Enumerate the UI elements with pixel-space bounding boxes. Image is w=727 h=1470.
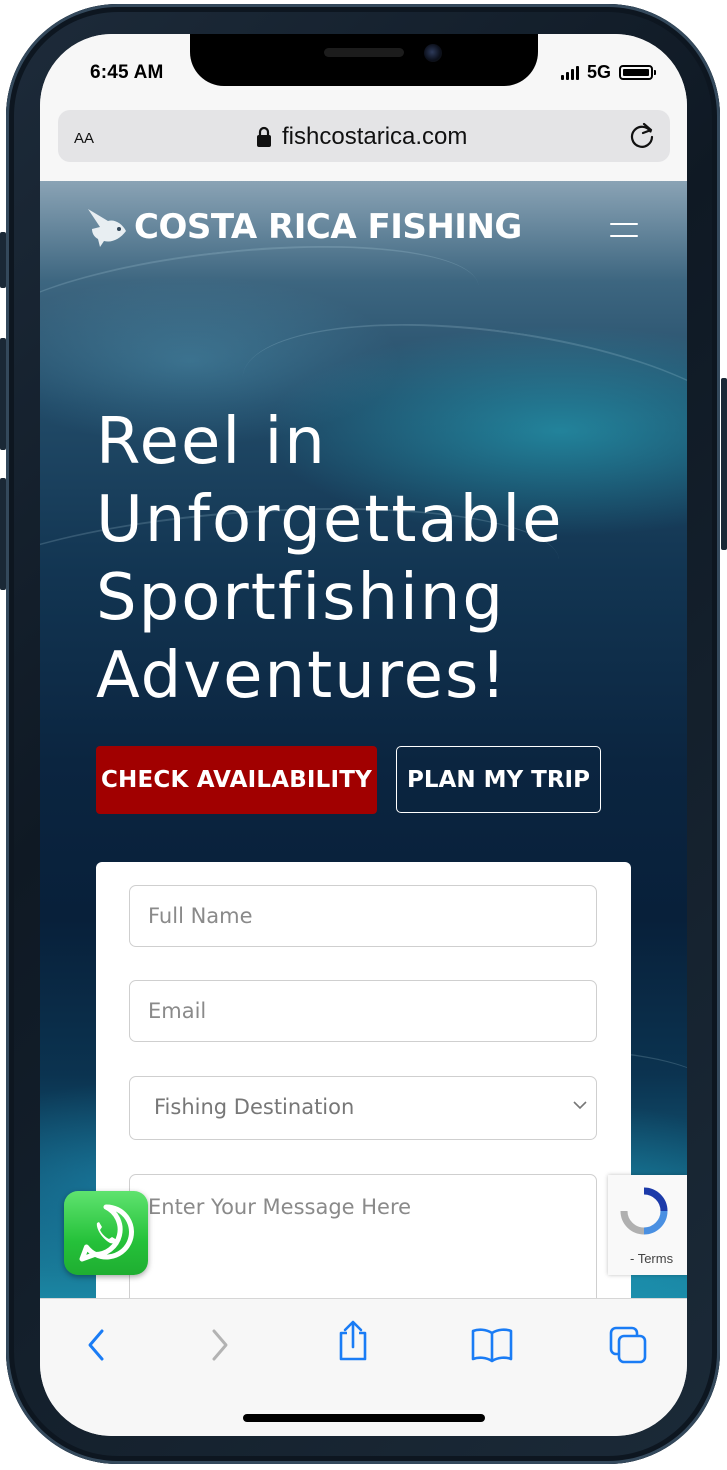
lock-icon — [257, 126, 271, 147]
text-size-label: AA — [74, 130, 95, 147]
chevron-down-icon — [573, 1101, 587, 1110]
fishing-destination-selected: Fishing Destination — [154, 1095, 355, 1119]
front-camera-icon — [424, 44, 442, 62]
volume-up-button — [0, 338, 6, 450]
message-placeholder: Enter Your Message Here — [148, 1195, 412, 1219]
bookmarks-icon[interactable] — [470, 1327, 514, 1363]
check-availability-button[interactable]: CHECK AVAILABILITY — [96, 746, 377, 814]
home-indicator[interactable] — [243, 1414, 485, 1422]
hero-title: Reel in Unforgettable Sportfishing Adven… — [96, 403, 636, 715]
recaptcha-badge[interactable]: - Terms — [608, 1175, 687, 1275]
address-bar[interactable]: AA fishcostarica.com — [58, 110, 670, 162]
status-bar: 6:45 AM 5G — [40, 34, 687, 108]
site-logo[interactable]: COSTA RICA FISHING — [86, 205, 522, 249]
power-button — [721, 378, 727, 550]
plan-my-trip-button[interactable]: PLAN MY TRIP — [396, 746, 601, 813]
inquiry-form: Full Name Email Fishing Destination Ente… — [96, 862, 631, 1298]
speaker-grille — [324, 48, 404, 57]
mute-switch — [0, 232, 6, 288]
battery-icon — [619, 65, 656, 80]
text-size-button[interactable]: AA — [74, 125, 94, 149]
network-type: 5G — [586, 62, 611, 82]
recaptcha-terms-link[interactable]: - Terms — [630, 1251, 673, 1266]
status-time: 6:45 AM — [90, 62, 164, 83]
whatsapp-chat-button[interactable] — [64, 1191, 148, 1275]
hero-title-line: Sportfishing — [96, 561, 505, 635]
signal-strength-icon — [560, 65, 579, 80]
full-name-input[interactable]: Full Name — [129, 885, 597, 947]
fishing-destination-select[interactable]: Fishing Destination — [129, 1076, 597, 1140]
reload-icon[interactable] — [626, 120, 658, 152]
message-textarea[interactable]: Enter Your Message Here — [129, 1174, 597, 1298]
marlin-logo-icon — [88, 209, 126, 247]
hero-title-line: Adventures! — [96, 639, 509, 713]
full-name-placeholder: Full Name — [148, 904, 253, 928]
hamburger-menu-icon[interactable] — [610, 219, 638, 243]
volume-down-button — [0, 478, 6, 590]
hero-title-line: Reel in — [96, 405, 327, 479]
phone-screen: 6:45 AM 5G AA fishcostarica.com COSTA RI… — [40, 34, 687, 1436]
hero-title-line: Unforgettable — [96, 483, 564, 557]
recaptcha-icon — [620, 1187, 668, 1235]
status-indicators: 5G — [560, 62, 656, 83]
webpage-viewport[interactable]: COSTA RICA FISHING Reel in Unforgettable… — [40, 181, 687, 1298]
notch — [190, 34, 538, 86]
logo-text: COSTA RICA FISHING — [134, 207, 522, 247]
email-input[interactable]: Email — [129, 980, 597, 1042]
email-placeholder: Email — [148, 999, 207, 1023]
tabs-icon[interactable] — [608, 1325, 648, 1365]
share-icon[interactable] — [336, 1319, 370, 1363]
url-field[interactable]: fishcostarica.com — [256, 123, 467, 151]
whatsapp-icon — [79, 1204, 134, 1262]
url-text: fishcostarica.com — [282, 123, 468, 150]
back-icon[interactable] — [84, 1325, 108, 1365]
forward-icon[interactable] — [208, 1325, 232, 1365]
